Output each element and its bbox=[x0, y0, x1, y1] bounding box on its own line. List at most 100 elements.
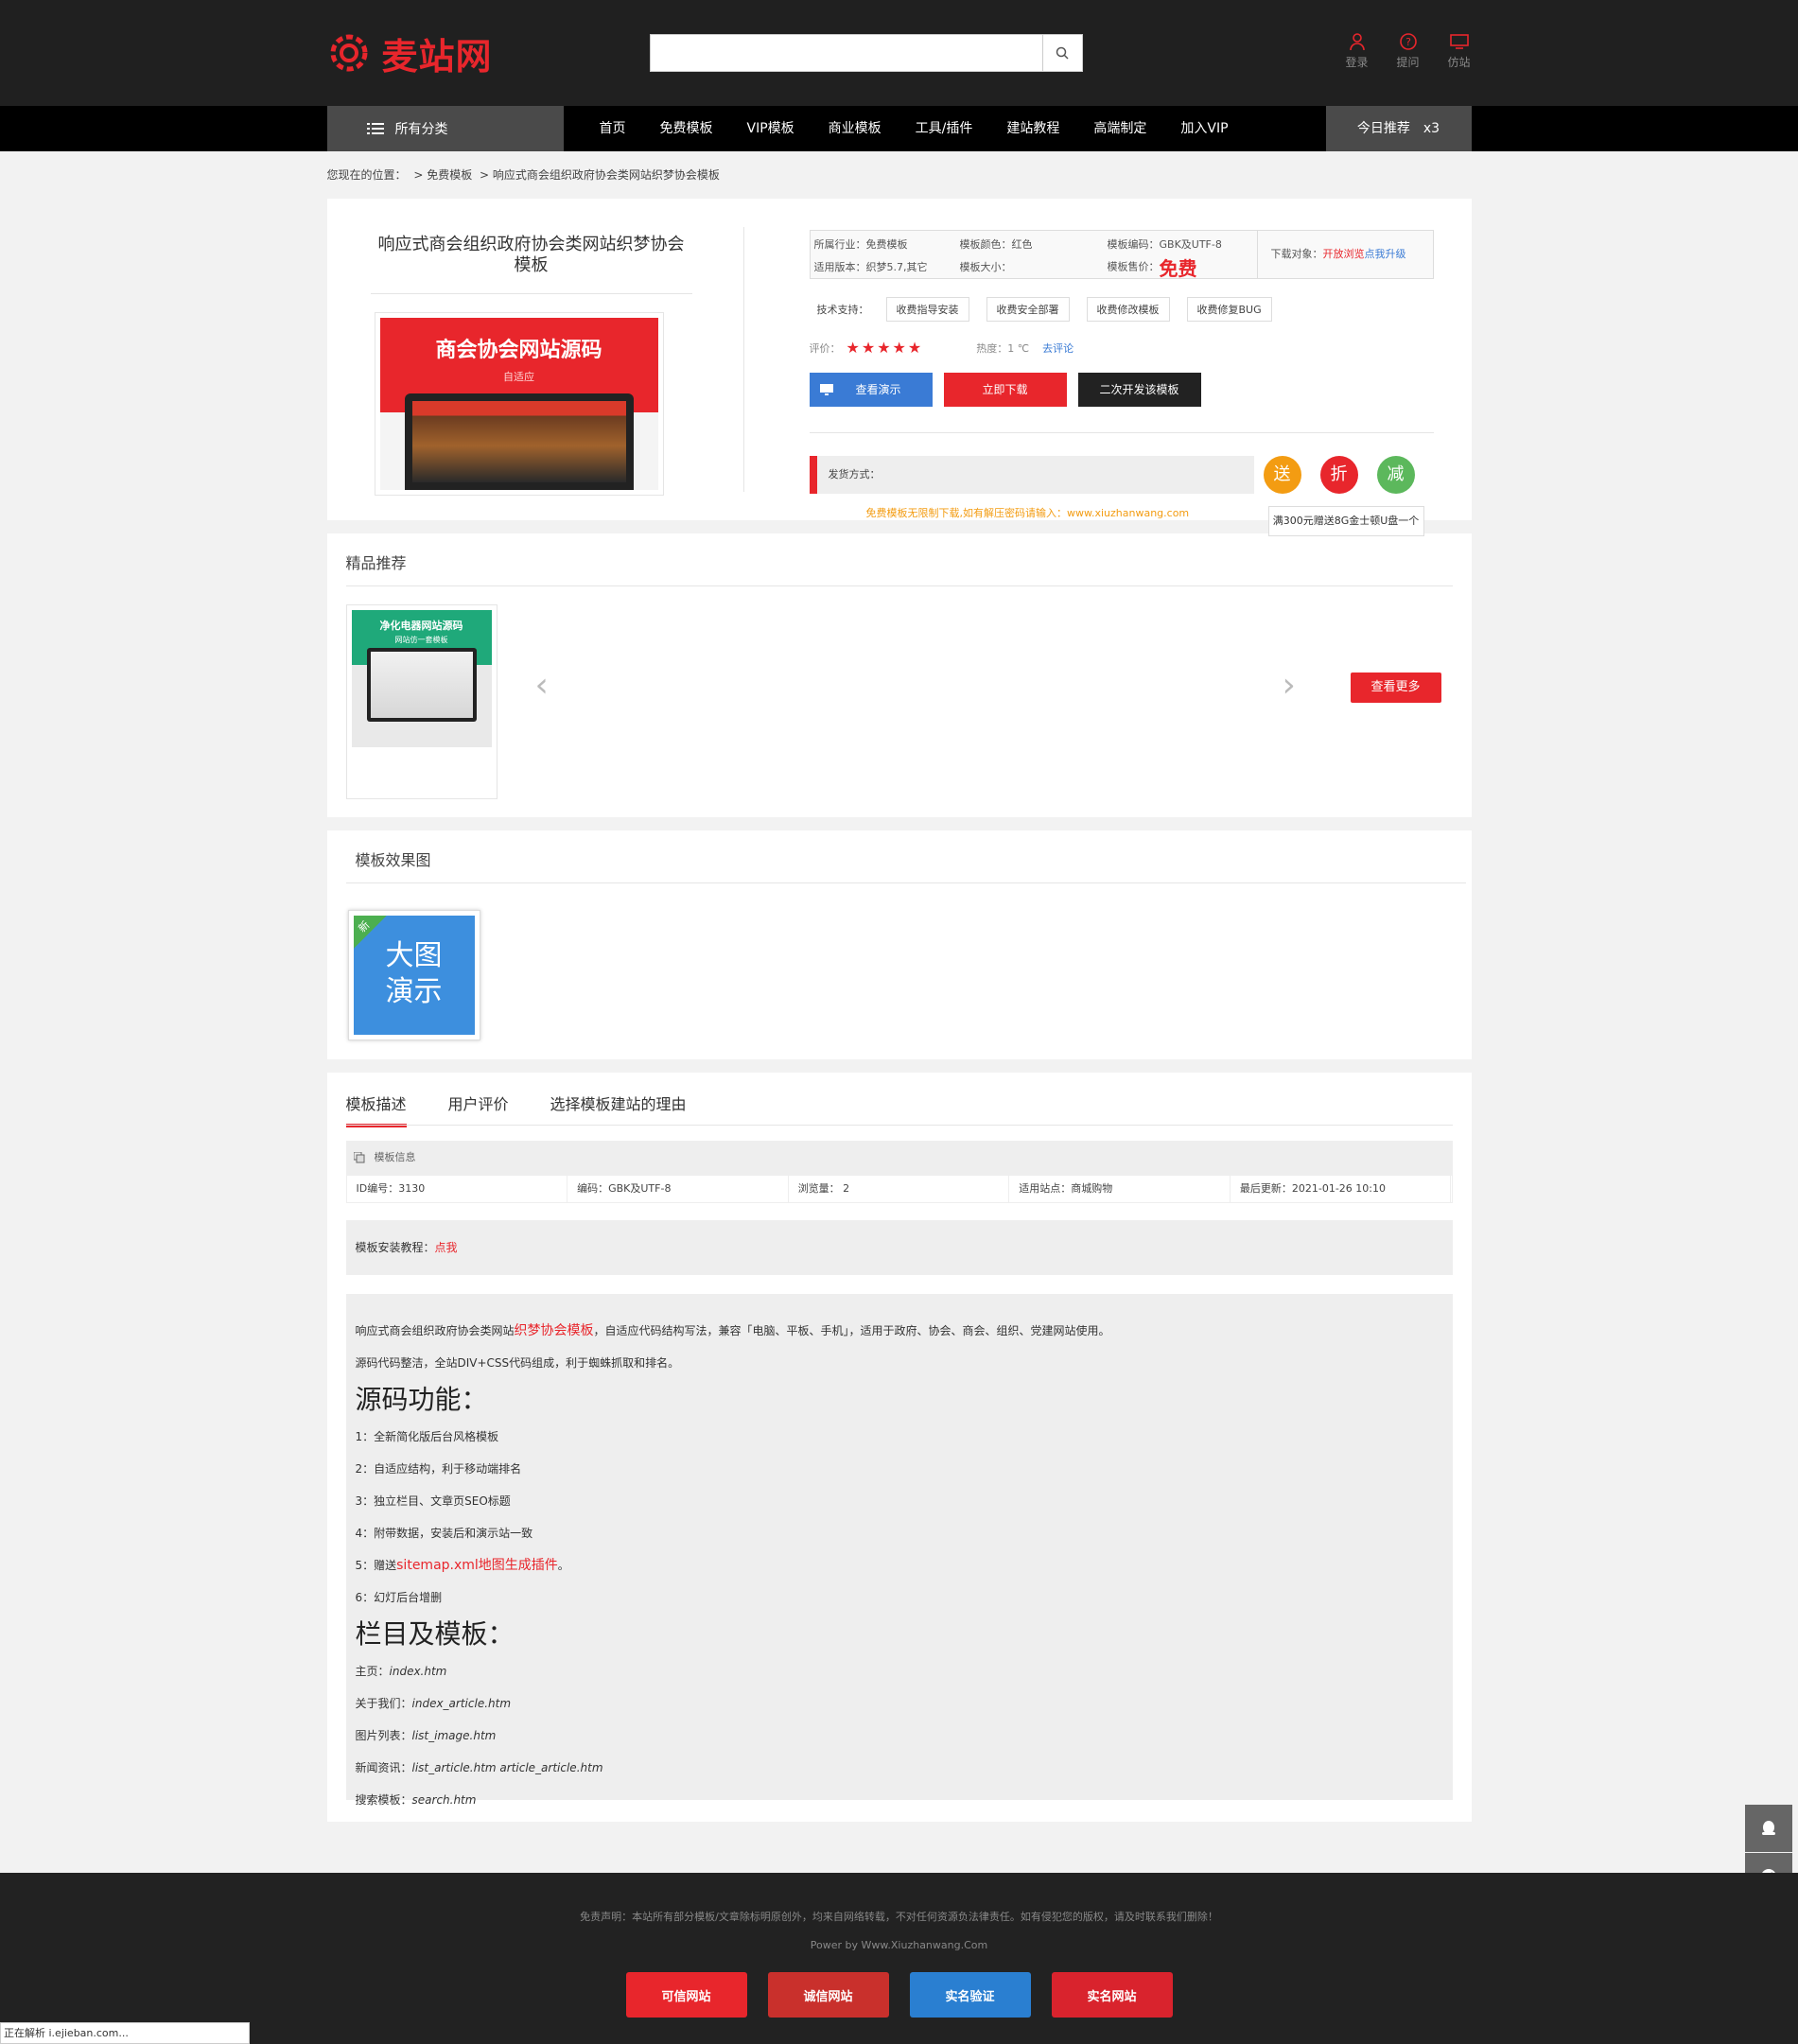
feature-5-end: 。 bbox=[557, 1559, 569, 1572]
install-tutorial: 模板安装教程：点我 bbox=[345, 1220, 1453, 1275]
today-recommend[interactable]: 今日推荐 x3 bbox=[1325, 106, 1472, 151]
large-preview-thumb[interactable]: 新 大图 演示 bbox=[347, 910, 480, 1040]
template-images-file: list_image.htm bbox=[411, 1729, 497, 1742]
clone-label: 仿站 bbox=[1447, 56, 1471, 69]
effects-title: 模板效果图 bbox=[355, 851, 431, 869]
price-label: 模板售价： bbox=[1107, 260, 1160, 273]
tab-description[interactable]: 模板描述 bbox=[345, 1092, 407, 1127]
carousel-next-icon[interactable]: › bbox=[1283, 666, 1296, 705]
reduce-badge[interactable]: 减 bbox=[1376, 456, 1415, 494]
nav-free-templates[interactable]: 免费模板 bbox=[643, 106, 730, 151]
badge-trusted-site[interactable]: 可信网站 bbox=[625, 1972, 747, 2018]
feature-3: 3：独立栏目、文章页SEO标题 bbox=[355, 1494, 511, 1508]
template-news-file: list_article.htm article_article.htm bbox=[411, 1761, 603, 1774]
template-news-label: 新闻资讯： bbox=[355, 1761, 412, 1774]
site-footer: 免责声明：本站所有部分模板/文章除标明原创外，均来自网络转载，不对任何资源负法律… bbox=[0, 1873, 1798, 2044]
tab-reasons[interactable]: 选择模板建站的理由 bbox=[550, 1092, 687, 1127]
tutorial-link[interactable]: 点我 bbox=[435, 1241, 458, 1254]
site-header: 麦站网 登录 ? 提问 仿站 bbox=[0, 0, 1798, 106]
breadcrumb-current[interactable]: > 响应式商会组织政府协会类网站织梦协会模板 bbox=[480, 168, 720, 182]
nav-tutorials[interactable]: 建站教程 bbox=[989, 106, 1076, 151]
template-about-file: index_article.htm bbox=[411, 1697, 512, 1710]
tech-tag-install[interactable]: 收费指导安装 bbox=[885, 297, 969, 322]
upgrade-link[interactable]: 点我升级 bbox=[1365, 248, 1406, 260]
ask-link[interactable]: ? 提问 bbox=[1396, 32, 1421, 70]
template-images: 图片列表：list_image.htm bbox=[356, 1720, 1443, 1752]
clone-link[interactable]: 仿站 bbox=[1447, 32, 1472, 70]
rating-row: 评价： ★★★★★ 热度：1 ℃ 去评论 bbox=[810, 339, 1074, 357]
template-about: 关于我们：index_article.htm bbox=[356, 1687, 1443, 1720]
badge-realname-site[interactable]: 实名网站 bbox=[1051, 1972, 1173, 2018]
sitemap-plugin-link[interactable]: sitemap.xml地图生成插件 bbox=[396, 1558, 558, 1573]
meta-site-type: 适用站点：商城购物 bbox=[1009, 1176, 1231, 1202]
download-target: 下载对象：开放浏览点我升级 bbox=[1256, 231, 1434, 278]
all-categories-button[interactable]: 所有分类 bbox=[326, 106, 564, 151]
template-color: 模板颜色：红色 bbox=[959, 238, 1033, 251]
search-icon bbox=[1056, 46, 1069, 60]
template-info-header: 模板信息 bbox=[345, 1141, 1453, 1175]
search-button[interactable] bbox=[1041, 35, 1082, 71]
site-logo[interactable]: 麦站网 bbox=[327, 30, 493, 78]
comment-link[interactable]: 去评论 bbox=[1042, 341, 1074, 356]
breadcrumb-free-templates[interactable]: > 免费模板 bbox=[413, 168, 472, 182]
recommend-item[interactable]: 净化电器网站源码 网站仿一套模板 bbox=[345, 604, 498, 799]
recommend-title: 精品推荐 bbox=[345, 554, 407, 572]
copy-icon bbox=[353, 1152, 364, 1163]
discount-badge[interactable]: 折 bbox=[1319, 456, 1358, 494]
login-label: 登录 bbox=[1345, 56, 1369, 69]
desc-paragraph-2: 源码代码整洁，全站DIV+CSS代码组成，利于蜘蛛抓取和排名。 bbox=[355, 1356, 680, 1370]
footer-power: Power by Www.Xiuzhanwang.Com bbox=[810, 1939, 988, 1951]
meta-updated: 最后更新：2021-01-26 10:10 bbox=[1231, 1176, 1452, 1202]
template-price: 模板售价：免费 bbox=[1108, 253, 1197, 281]
view-demo-button[interactable]: 查看演示 bbox=[809, 373, 933, 407]
gift-badge[interactable]: 送 bbox=[1263, 456, 1301, 494]
laptop-mockup bbox=[404, 393, 634, 490]
logo-gear-icon bbox=[330, 34, 367, 72]
tab-reviews[interactable]: 用户评价 bbox=[448, 1092, 509, 1127]
nav-vip-templates[interactable]: VIP模板 bbox=[730, 106, 812, 151]
custom-dev-button[interactable]: 二次开发该模板 bbox=[1077, 373, 1201, 407]
monitor-icon bbox=[1449, 34, 1469, 49]
industry: 所属行业：免费模板 bbox=[813, 238, 908, 251]
tech-tag-deploy[interactable]: 收费安全部署 bbox=[986, 297, 1070, 322]
nav-tools-plugins[interactable]: 工具/插件 bbox=[899, 106, 990, 151]
feature-5: 5：赠送sitemap.xml地图生成插件。 bbox=[356, 1549, 1443, 1581]
monitor-icon bbox=[819, 384, 833, 395]
nav-custom[interactable]: 高端制定 bbox=[1076, 106, 1163, 151]
meta-views: 浏览量： 2 bbox=[789, 1176, 1010, 1202]
shipping-method: 发货方式： bbox=[809, 456, 1254, 494]
recommend-item-title: 净化电器网站源码 bbox=[379, 620, 463, 632]
search-input[interactable] bbox=[650, 35, 1042, 71]
product-image[interactable]: 商会协会网站源码 自适应 bbox=[374, 312, 664, 496]
all-categories-label: 所有分类 bbox=[394, 122, 448, 137]
feature-5-text: 5：赠送 bbox=[355, 1559, 397, 1572]
carousel-prev-icon[interactable]: ‹ bbox=[535, 666, 549, 705]
feature-2: 2：自适应结构，利于移动端排名 bbox=[355, 1462, 522, 1476]
template-home: 主页：index.htm bbox=[356, 1655, 1443, 1687]
main-nav: 所有分类 首页 免费模板 VIP模板 商业模板 工具/插件 建站教程 高端制定 … bbox=[0, 106, 1798, 151]
effects-panel: 模板效果图 新 大图 演示 bbox=[326, 830, 1472, 1059]
qq-button[interactable] bbox=[1745, 1805, 1792, 1852]
heat-value: 热度：1 ℃ bbox=[976, 341, 1030, 355]
user-icon bbox=[1349, 33, 1365, 51]
download-button[interactable]: 立即下载 bbox=[943, 373, 1067, 407]
rating-label: 评价： bbox=[809, 341, 841, 355]
badge-credit-site[interactable]: 诚信网站 bbox=[767, 1972, 889, 2018]
badge-verified[interactable]: 实名验证 bbox=[909, 1972, 1031, 2018]
tutorial-label: 模板安装教程： bbox=[355, 1241, 435, 1254]
product-panel: 响应式商会组织政府协会类网站织梦协会模板 商会协会网站源码 自适应 所属行业：免… bbox=[326, 199, 1472, 536]
preview-text-line2: 演示 bbox=[385, 975, 443, 1008]
nav-join-vip[interactable]: 加入VIP bbox=[1163, 106, 1245, 151]
description-panel: 模板描述 用户评价 选择模板建站的理由 模板信息 ID编号：3130 编码：GB… bbox=[326, 1073, 1472, 1822]
product-image-title: 商会协会网站源码 bbox=[435, 339, 602, 362]
tech-tag-bugfix[interactable]: 收费修复BUG bbox=[1186, 297, 1272, 322]
view-more-button[interactable]: 查看更多 bbox=[1350, 673, 1441, 703]
desc-p1-link[interactable]: 织梦协会模板 bbox=[515, 1323, 594, 1338]
nav-business-templates[interactable]: 商业模板 bbox=[812, 106, 899, 151]
tech-tag-modify[interactable]: 收费修改模板 bbox=[1086, 297, 1170, 322]
template-about-label: 关于我们： bbox=[355, 1697, 412, 1710]
login-link[interactable]: 登录 bbox=[1345, 32, 1370, 70]
list-icon bbox=[366, 123, 384, 134]
nav-home[interactable]: 首页 bbox=[583, 106, 643, 151]
feature-1: 1：全新简化版后台风格模板 bbox=[355, 1430, 499, 1443]
